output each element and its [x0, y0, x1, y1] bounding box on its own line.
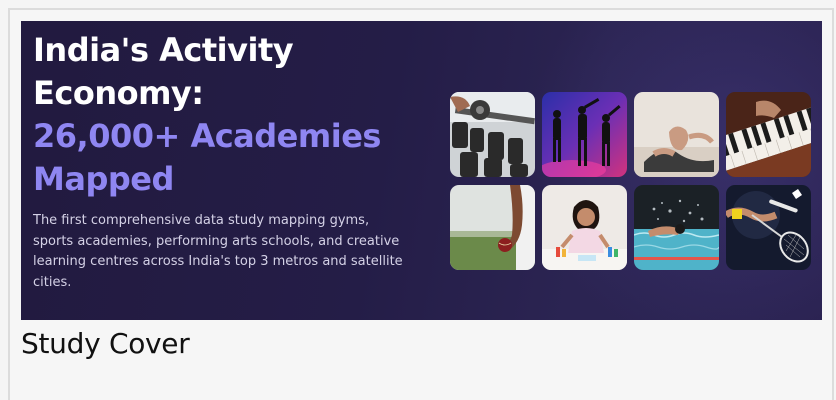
yoga-photo — [634, 92, 719, 177]
photo-grid — [450, 92, 814, 270]
cricket-ball-photo — [450, 185, 535, 270]
image-caption: Study Cover — [21, 327, 190, 360]
headline-line-1: India's Activity — [33, 31, 294, 69]
badminton-photo — [726, 185, 811, 270]
gym-dumbbells-photo — [450, 92, 535, 177]
piano-keys-photo — [726, 92, 811, 177]
banner-description: The first comprehensive data study mappi… — [33, 213, 403, 290]
banner-headline: India's Activity Economy: 26,000+ Academ… — [33, 29, 453, 201]
dance-performance-photo — [542, 92, 627, 177]
child-painting-photo — [542, 185, 627, 270]
headline-accent-line-2: Mapped — [33, 160, 174, 198]
study-cover-banner: India's Activity Economy: 26,000+ Academ… — [21, 21, 822, 320]
swimming-photo — [634, 185, 719, 270]
headline-line-2: Economy: — [33, 74, 204, 112]
headline-accent-line-1: 26,000+ Academies — [33, 117, 381, 155]
